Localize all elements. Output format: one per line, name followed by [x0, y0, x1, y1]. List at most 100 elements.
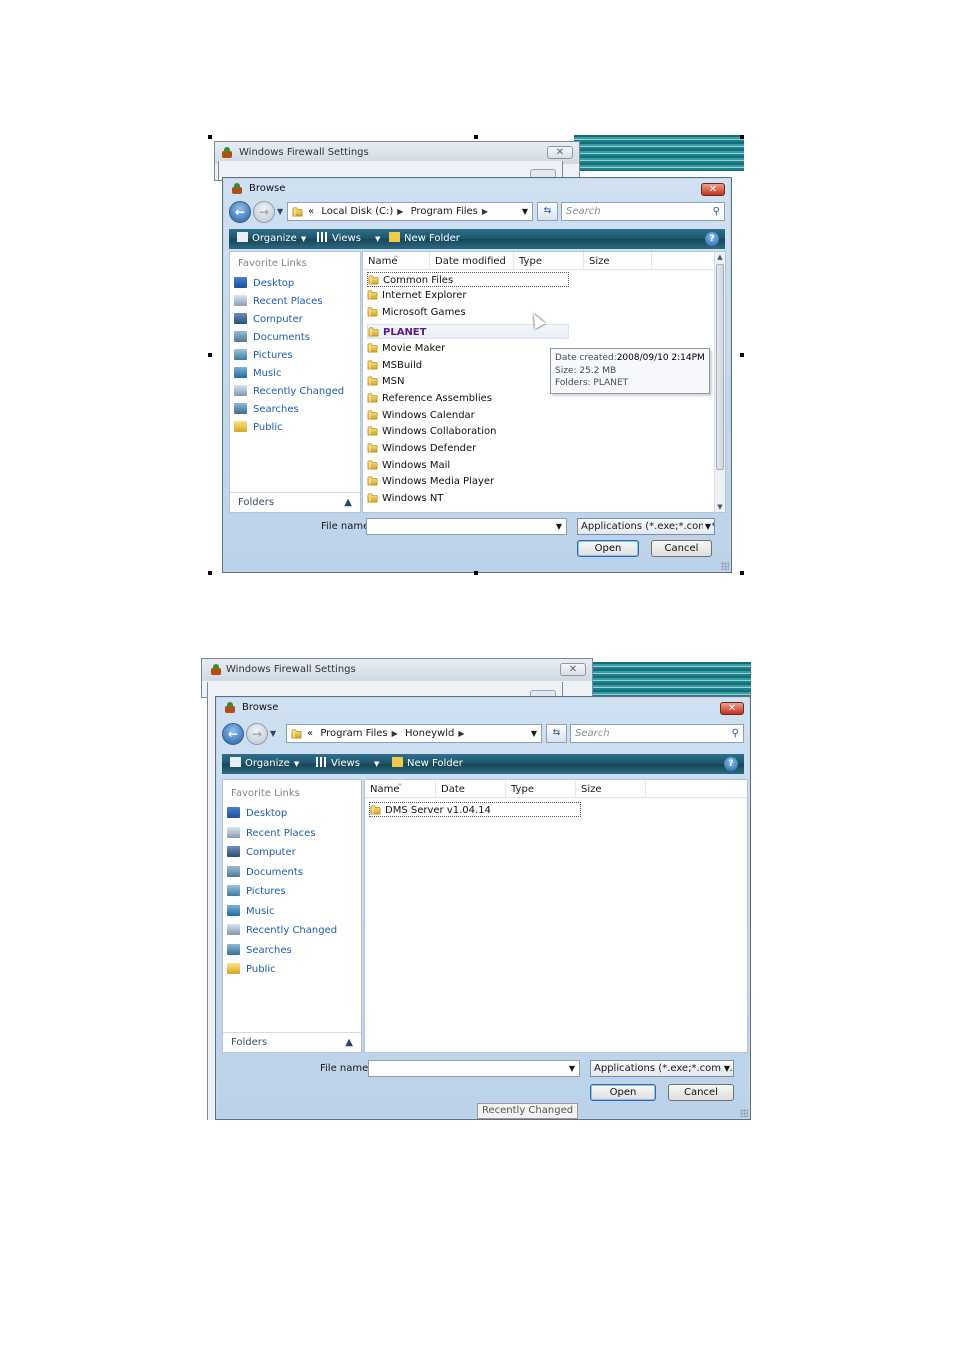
- file-row[interactable]: DMS Server v1.04.14: [369, 802, 581, 817]
- address-dropdown-icon[interactable]: ▼: [522, 203, 528, 220]
- file-row[interactable]: MSBuild: [367, 358, 422, 373]
- nav-item-recent-places[interactable]: Recent Places: [234, 294, 323, 310]
- breadcrumb-local-disk[interactable]: Local Disk (C:): [321, 206, 393, 217]
- refresh-button[interactable]: ⇆: [537, 202, 558, 221]
- nav-item-recently-changed[interactable]: Recently Changed: [227, 923, 337, 939]
- scroll-down-icon[interactable]: ▼: [715, 502, 725, 512]
- nav-item-music[interactable]: Music: [227, 904, 274, 920]
- file-type-select[interactable]: Applications (*.exe;*.com;*.icc▼: [577, 518, 715, 535]
- breadcrumb-separator-icon[interactable]: ▶: [397, 207, 403, 216]
- chevron-up-icon[interactable]: ▲: [345, 1033, 353, 1053]
- column-size[interactable]: Size: [576, 780, 646, 798]
- breadcrumb-program-files[interactable]: Program Files: [320, 728, 387, 739]
- vertical-scrollbar[interactable]: ▲ ▼: [714, 252, 725, 512]
- nav-item-pictures[interactable]: Pictures: [234, 348, 293, 364]
- scroll-up-icon[interactable]: ▲: [715, 252, 725, 262]
- help-icon[interactable]: ?: [705, 232, 719, 246]
- file-row[interactable]: Microsoft Games: [367, 305, 466, 320]
- file-row[interactable]: Windows Collaboration: [367, 424, 496, 439]
- firewall-close-button[interactable]: ✕: [560, 663, 586, 676]
- nav-item-pictures[interactable]: Pictures: [227, 884, 286, 900]
- nav-item-computer[interactable]: Computer: [227, 845, 296, 861]
- chevron-down-icon[interactable]: ▼: [702, 519, 711, 534]
- folders-toggle[interactable]: Folders ▲: [230, 492, 360, 512]
- file-name-input[interactable]: ▼: [368, 1060, 580, 1077]
- nav-item-public[interactable]: Public: [234, 420, 283, 436]
- column-type[interactable]: Type: [506, 780, 576, 798]
- back-button[interactable]: ←: [222, 723, 244, 745]
- file-row[interactable]: Windows Media Player: [367, 474, 494, 489]
- new-folder-button[interactable]: New Folder: [392, 754, 463, 774]
- resize-grip-icon[interactable]: [740, 1109, 748, 1117]
- resize-grip-icon[interactable]: [721, 562, 729, 570]
- file-row[interactable]: Windows Mail: [367, 458, 450, 473]
- file-row[interactable]: Internet Explorer: [367, 288, 467, 303]
- nav-item-recently-changed[interactable]: Recently Changed: [234, 384, 344, 400]
- breadcrumb-overflow[interactable]: «: [308, 206, 314, 217]
- file-row[interactable]: Movie Maker: [367, 341, 445, 356]
- address-bar[interactable]: « Local Disk (C:) ▶ Program Files ▶ ▼: [287, 202, 533, 221]
- breadcrumb-separator-icon[interactable]: ▶: [392, 729, 398, 738]
- organize-menu[interactable]: Organize ▼: [230, 754, 299, 774]
- file-row[interactable]: Windows NT: [367, 491, 443, 506]
- nav-item-recent-places[interactable]: Recent Places: [227, 826, 316, 842]
- forward-button[interactable]: →: [253, 201, 275, 223]
- nav-item-music[interactable]: Music: [234, 366, 281, 382]
- file-name-dropdown-icon[interactable]: ▼: [556, 519, 562, 534]
- nav-item-searches[interactable]: Searches: [227, 943, 292, 959]
- file-row[interactable]: Windows Defender: [367, 441, 476, 456]
- search-icon[interactable]: ⚲: [713, 203, 720, 220]
- file-row[interactable]: Windows Calendar: [367, 408, 475, 423]
- folders-toggle[interactable]: Folders ▲: [223, 1032, 361, 1052]
- browse-close-button[interactable]: ✕: [720, 702, 744, 715]
- search-input[interactable]: Search ⚲: [561, 202, 725, 221]
- nav-item-desktop[interactable]: Desktop: [227, 806, 287, 822]
- column-date-modified[interactable]: Date modif...: [436, 780, 506, 815]
- cancel-button[interactable]: Cancel: [668, 1084, 734, 1101]
- firewall-close-button[interactable]: ✕: [547, 146, 573, 159]
- open-button[interactable]: Open: [577, 540, 639, 557]
- browse-close-button[interactable]: ✕: [701, 183, 725, 196]
- address-dropdown-icon[interactable]: ▼: [531, 725, 537, 742]
- chevron-down-icon[interactable]: ▼: [721, 1061, 730, 1076]
- search-icon[interactable]: ⚲: [732, 725, 739, 742]
- recent-pages-dropdown[interactable]: ▼: [277, 207, 283, 216]
- new-folder-button[interactable]: New Folder: [389, 229, 460, 249]
- column-size[interactable]: Size: [584, 252, 652, 270]
- breadcrumb-separator-icon[interactable]: ▶: [482, 207, 488, 216]
- column-name[interactable]: ^ Name: [365, 780, 436, 798]
- file-row[interactable]: Common Files: [367, 272, 569, 287]
- column-date-modified[interactable]: Date modified: [430, 252, 514, 270]
- scrollbar-thumb[interactable]: [716, 264, 724, 470]
- search-input[interactable]: Search ⚲: [570, 724, 744, 743]
- column-type[interactable]: Type: [514, 252, 584, 270]
- file-name-dropdown-icon[interactable]: ▼: [569, 1061, 575, 1076]
- nav-item-desktop[interactable]: Desktop: [234, 276, 294, 292]
- address-bar[interactable]: « Program Files ▶ Honeywld ▶ ▼: [286, 724, 542, 743]
- file-row[interactable]: MSN: [367, 374, 404, 389]
- file-type-select[interactable]: Applications (*.exe;*.com;*.icc▼: [590, 1060, 734, 1077]
- file-name-input[interactable]: ▼: [366, 518, 567, 535]
- refresh-button[interactable]: ⇆: [546, 724, 567, 743]
- nav-item-computer[interactable]: Computer: [234, 312, 303, 328]
- nav-item-documents[interactable]: Documents: [234, 330, 310, 346]
- nav-item-public[interactable]: Public: [227, 962, 276, 978]
- open-button[interactable]: Open: [590, 1084, 656, 1101]
- chevron-up-icon[interactable]: ▲: [344, 493, 352, 513]
- forward-button[interactable]: →: [246, 723, 268, 745]
- breadcrumb-honeywld[interactable]: Honeywld: [405, 728, 454, 739]
- organize-menu[interactable]: Organize ▼: [237, 229, 306, 249]
- breadcrumb-program-files[interactable]: Program Files: [411, 206, 478, 217]
- views-menu[interactable]: Views ▼: [316, 754, 379, 774]
- back-button[interactable]: ←: [229, 201, 251, 223]
- recent-pages-dropdown[interactable]: ▼: [270, 729, 276, 738]
- nav-item-searches[interactable]: Searches: [234, 402, 299, 418]
- nav-item-documents[interactable]: Documents: [227, 865, 303, 881]
- breadcrumb-overflow[interactable]: «: [307, 728, 313, 739]
- file-row[interactable]: Reference Assemblies: [367, 391, 492, 406]
- breadcrumb-separator-icon[interactable]: ▶: [458, 729, 464, 738]
- help-icon[interactable]: ?: [724, 757, 738, 771]
- column-name[interactable]: ^ Name: [363, 252, 430, 270]
- cancel-button[interactable]: Cancel: [651, 540, 712, 557]
- views-menu[interactable]: Views ▼: [317, 229, 380, 249]
